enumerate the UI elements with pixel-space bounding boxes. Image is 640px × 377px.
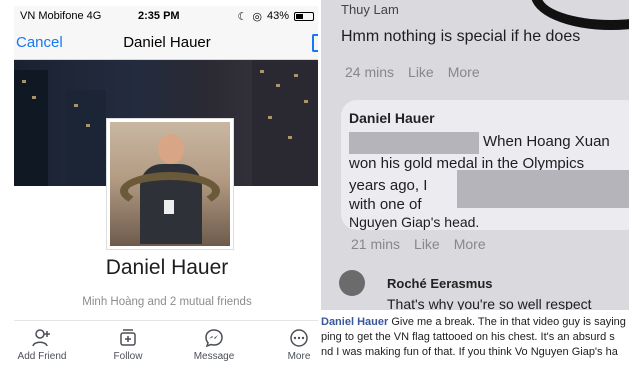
follow-label: Follow (113, 351, 143, 362)
comment-time: 21 mins (351, 236, 401, 252)
battery-icon (294, 11, 314, 21)
nav-bar: Cancel Daniel Hauer (14, 26, 320, 60)
follow-icon (118, 328, 138, 348)
comment-author[interactable]: Thuy Lam (341, 2, 399, 17)
battery-percent: 43% (266, 10, 289, 22)
comment-excerpt: Daniel Hauer Give me a break. The in tha… (321, 315, 629, 377)
profile-picture[interactable] (106, 118, 234, 250)
more-label: More (287, 351, 311, 362)
comment-line: Nguyen Giap's head. (349, 214, 480, 230)
message-button[interactable]: Message (190, 328, 238, 362)
like-link[interactable]: Like (408, 64, 434, 80)
profile-panel: VN Mobifone 4G 2:35 PM ☾ ◎ 43% Cancel Da… (14, 6, 320, 377)
add-friend-icon (32, 328, 52, 348)
follow-button[interactable]: Follow (108, 328, 148, 362)
profile-actions: Add Friend Follow Message More (14, 328, 320, 372)
comment-line: nd I was making fun of that. If you thin… (321, 346, 618, 358)
comment-line: When Hoang Xuan (483, 133, 610, 150)
more-link[interactable]: More (454, 236, 486, 252)
cancel-button[interactable]: Cancel (16, 34, 63, 51)
comment-author[interactable]: Daniel Hauer (321, 316, 388, 328)
comment-line: years ago, I (349, 177, 428, 194)
redacted-text (457, 170, 629, 208)
comment-reply: Roché Eerasmus That's why you're so well… (335, 262, 629, 310)
more-button[interactable]: More (284, 328, 314, 362)
status-bar: VN Mobifone 4G 2:35 PM ☾ ◎ 43% (14, 6, 320, 26)
more-icon (289, 328, 309, 348)
like-link[interactable]: Like (414, 236, 440, 252)
redacted-text (349, 132, 479, 154)
add-friend-button[interactable]: Add Friend (16, 328, 68, 362)
comment-text: That's why you're so well respect (387, 296, 592, 310)
carrier-label: VN Mobifone 4G (20, 10, 102, 22)
comment-author[interactable]: Roché Eerasmus (387, 276, 493, 291)
comment-line: ping to get the VN flag tattooed on his … (321, 331, 615, 343)
comment-line: with one of (349, 196, 422, 213)
comment-author[interactable]: Daniel Hauer (349, 110, 435, 126)
divider (14, 320, 320, 321)
comment-time: 24 mins (345, 64, 395, 80)
avatar[interactable] (339, 270, 365, 296)
moon-icon: ☾ (237, 10, 248, 23)
add-friend-label: Add Friend (17, 351, 67, 362)
comment-daniel-hauer: Daniel Hauer When Hoang Xuan won his gol… (341, 100, 629, 230)
comment-thuy-lam: Thuy Lam Hmm nothing is special if he do… (335, 0, 629, 92)
message-label: Message (193, 351, 235, 362)
profile-name: Daniel Hauer (105, 256, 229, 279)
messenger-icon (204, 328, 224, 348)
rotation-lock-icon: ◎ (252, 10, 262, 23)
comment-text: Hmm nothing is special if he does (341, 28, 581, 45)
comment-line: Give me a break. The in that video guy i… (391, 316, 626, 328)
clock: 2:35 PM (138, 10, 180, 22)
more-link[interactable]: More (448, 64, 480, 80)
mutual-friends[interactable]: Minh Hoàng and 2 mutual friends (14, 296, 320, 308)
comment-thread-photo: Thuy Lam Hmm nothing is special if he do… (321, 0, 629, 310)
